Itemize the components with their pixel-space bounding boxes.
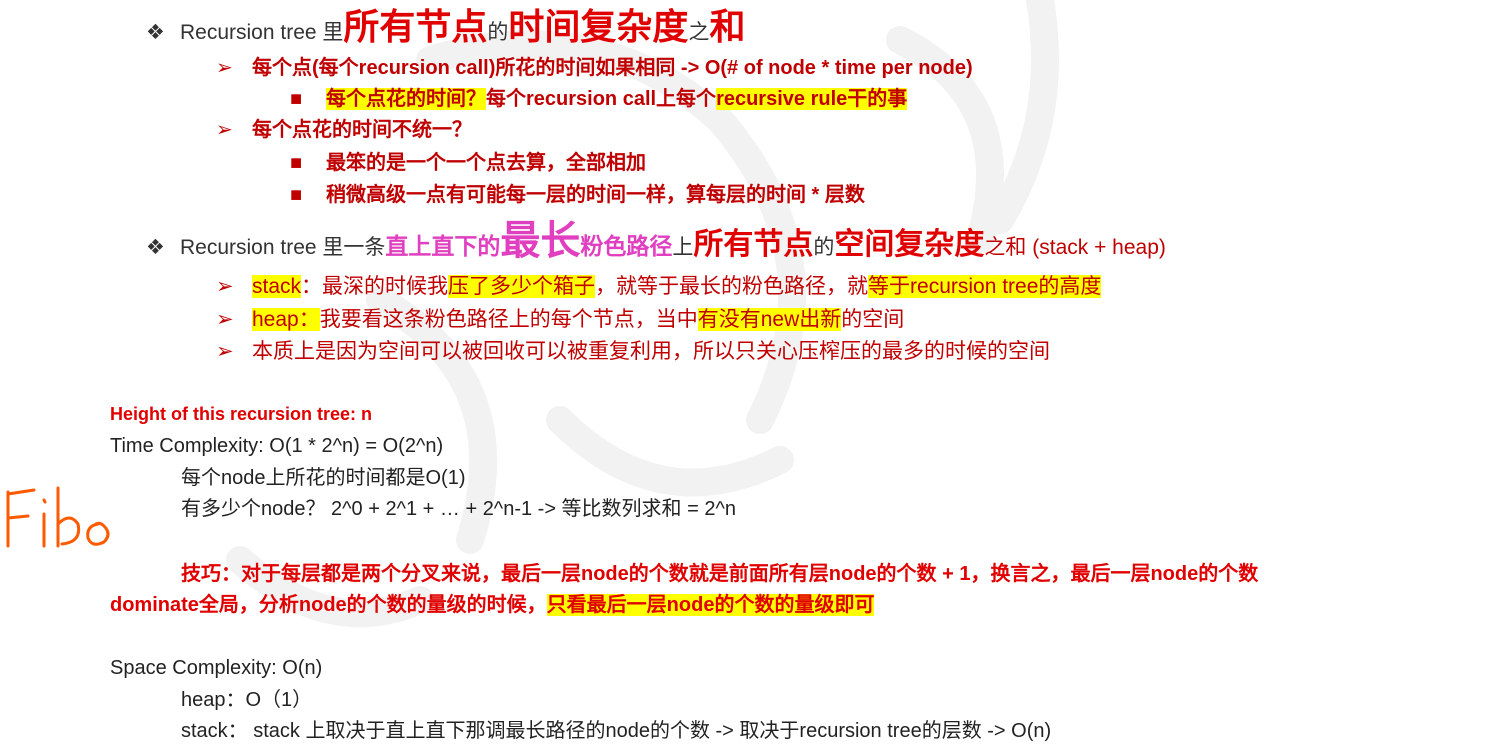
tip-line2a: dominate全局，分析node的个数的量级的时候， [110,594,547,616]
bullet2-on: 上 [672,236,694,259]
stack-text1: ：最深的时候我 [301,275,449,298]
bullet2-longest: 最长 [500,219,581,263]
space-complexity-line: Space Complexity: O(n) [110,657,323,679]
bullet2-sum-stack-heap: 之和 (stack + heap) [984,236,1166,259]
heap-label: heap： [252,308,320,331]
sub1-item-part3: recursive rule干的事 [716,88,908,110]
sub2-item2: ■ 稍微高级一点有可能每一层的时间一样，算每层的时间 * 层数 [290,184,865,207]
height-line: Height of this recursion tree: n [110,404,373,424]
space-heap: heap：O（1） [181,689,313,711]
handwritten-fibo-annotation [6,486,110,548]
heap-line: ➢ heap：我要看这条粉色路径上的每个节点，当中有没有new出新的空间 [216,308,904,332]
tip-line2b: 只看最后一层node的个数的量级即可 [546,594,875,616]
bullet1-time-complexity: 时间复杂度 [508,6,689,47]
background-watermark [226,0,1059,628]
bullet1-all-nodes: 所有节点 [343,6,488,47]
bullet2-pink-path: 粉色路径 [580,233,673,259]
sub1-text: 每个点(每个recursion call)所花的时间如果相同 -> O(# of… [252,57,973,79]
essence-line: ➢ 本质上是因为空间可以被回收可以被重复利用，所以只关心压榨压的最多的时候的空间 [216,340,1050,364]
bullet1-prefix: Recursion tree 里 [180,21,344,44]
arrow-bullet-icon: ➢ [216,119,233,141]
bullet1-zhi: 之 [688,21,710,44]
bullet2-space-complexity: 空间复杂度 [834,228,985,261]
square-bullet-icon: ■ [290,152,303,174]
diamond-bullet-icon: ❖ [146,236,165,259]
stack-line: ➢ stack：最深的时候我压了多少个箱子，就等于最长的粉色路径，就等于recur… [216,275,1102,299]
arrow-bullet-icon: ➢ [216,57,233,79]
bullet-time-complexity: ❖ Recursion tree 里所有节点的时间复杂度之和 [146,6,745,47]
arrow-bullet-icon: ➢ [216,275,234,298]
square-bullet-icon: ■ [290,184,303,206]
stack-text4: 等于recursion tree的高度 [868,275,1102,298]
bullet2-of: 的 [813,236,835,259]
sub2-item1: ■ 最笨的是一个一个点去算，全部相加 [290,152,646,175]
bullet2-all-nodes: 所有节点 [693,228,814,261]
sub1-item-part2: 每个recursion call上每个 [486,88,717,110]
bullet-space-complexity: ❖ Recursion tree 里一条直上直下的最长粉色路径上所有节点的空间复杂… [146,218,1166,264]
essence-text: 本质上是因为空间可以被回收可以被重复利用，所以只关心压榨压的最多的时候的空间 [252,340,1050,363]
sub2-item2-text: 稍微高级一点有可能每一层的时间一样，算每层的时间 * 层数 [326,184,865,206]
arrow-bullet-icon: ➢ [216,340,234,363]
time-sub2: 有多少个node？ 2^0 + 2^1 + … + 2^n-1 -> 等比数列求… [181,498,736,520]
bullet2-straight: 直上直下的 [385,233,501,259]
sub1-same-time: ➢ 每个点(每个recursion call)所花的时间如果相同 -> O(# o… [216,57,973,80]
square-bullet-icon: ■ [290,88,303,110]
sub2-not-uniform: ➢ 每个点花的时间不统一？ [216,119,472,142]
heap-text3: 的空间 [841,308,905,331]
stack-text3: ，就等于最长的粉色路径，就 [595,275,869,298]
sub1-item-each-node-time: ■ 每个点花的时间？每个recursion call上每个recursive ru… [290,88,908,111]
time-sub1: 每个node上所花的时间都是O(1) [181,467,466,489]
stack-label: stack [252,275,302,298]
sub1-item-part1: 每个点花的时间？ [326,88,486,110]
stack-text2: 压了多少个箱子 [448,275,596,298]
sub2-text: 每个点花的时间不统一？ [252,119,472,141]
heap-text1: 我要看这条粉色路径上的每个节点，当中 [319,308,698,331]
bullet2-prefix: Recursion tree 里一条 [180,236,386,259]
sub2-item1-text: 最笨的是一个一个点去算，全部相加 [326,152,646,174]
diamond-bullet-icon: ❖ [146,21,165,44]
tip-line1: 技巧：对于每层都是两个分叉来说，最后一层node的个数就是前面所有层node的个… [181,563,1259,585]
heap-text2: 有没有new出新 [697,308,842,331]
time-complexity-line: Time Complexity: O(1 * 2^n) = O(2^n) [110,435,444,457]
tip-line2: dominate全局，分析node的个数的量级的时候，只看最后一层node的个数… [110,594,875,617]
space-stack: stack： stack 上取决于直上直下那调最长路径的node的个数 -> 取… [181,720,1052,742]
bullet1-sum: 和 [709,6,746,47]
bullet1-of: 的 [487,21,509,44]
arrow-bullet-icon: ➢ [216,308,234,331]
